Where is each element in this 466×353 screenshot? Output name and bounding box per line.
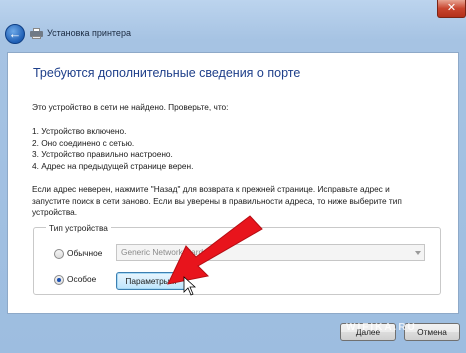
parameters-button[interactable]: Параметры... <box>116 272 186 290</box>
back-button[interactable]: ← <box>5 24 25 44</box>
radio-custom-label[interactable]: Особое <box>67 274 96 284</box>
device-type-select[interactable]: Generic Network Card <box>116 244 425 261</box>
check-item-3: 3. Устройство правильно настроено. <box>32 149 173 159</box>
intro-text: Это устройство в сети не найдено. Провер… <box>32 102 229 112</box>
check-item-4: 4. Адрес на предыдущей странице верен. <box>32 160 194 171</box>
advice-line-3: устройства. <box>32 207 78 217</box>
radio-standard-label[interactable]: Обычное <box>67 248 102 258</box>
watermark: WIFIKA.RU <box>346 322 417 333</box>
close-button[interactable]: ✕ <box>437 0 466 18</box>
back-arrow-icon: ← <box>8 26 22 41</box>
window-title: Установка принтера <box>47 28 131 38</box>
device-type-group <box>33 227 441 295</box>
device-type-legend: Тип устройства <box>46 223 111 233</box>
advice-line-1: Если адрес неверен, нажмите "Назад" для … <box>32 184 390 194</box>
page-heading: Требуются дополнительные сведения о порт… <box>33 66 301 80</box>
title-bar: ← Установка принтера ✕ <box>0 0 466 52</box>
device-type-select-value: Generic Network Card <box>121 247 204 257</box>
printer-setup-window: ← Установка принтера ✕ Требуются дополни… <box>0 0 466 353</box>
close-icon: ✕ <box>446 2 457 14</box>
check-item-2: 2. Оно соединено с сетью. <box>32 137 135 148</box>
radio-standard[interactable] <box>54 249 64 259</box>
radio-custom[interactable] <box>54 275 64 285</box>
check-item-1: 1. Устройство включено. <box>32 126 127 136</box>
printer-icon <box>30 28 43 39</box>
advice-line-2: запустите поиск в сети заново. Если вы у… <box>32 195 402 206</box>
chevron-down-icon <box>415 251 421 255</box>
